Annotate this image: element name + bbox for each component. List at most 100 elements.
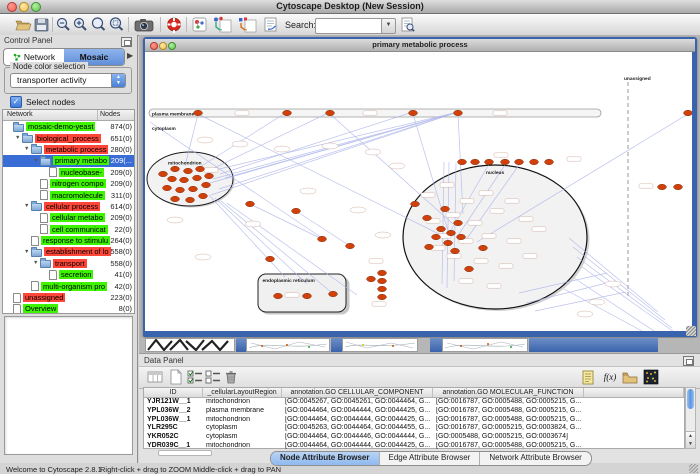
background-window-fragment[interactable] — [342, 338, 418, 352]
tab-overflow-icon[interactable]: ▶ — [127, 51, 133, 60]
zoom-in-icon[interactable] — [72, 16, 90, 33]
table-row[interactable]: YKR052Ccytoplasm[GO:0044464, GO:0044446,… — [144, 433, 684, 442]
zoom-selected-icon[interactable] — [108, 16, 126, 33]
minimize-window-icon[interactable] — [19, 2, 29, 12]
open-icon[interactable] — [14, 16, 32, 33]
combo-stepper-icon: ▲▼ — [111, 74, 125, 87]
tree-row-overview[interactable]: Overview8(0) — [3, 303, 134, 314]
tree-row-multi-organism-pro[interactable]: multi-organism pro42(0) — [3, 280, 134, 291]
zoom-fit-icon[interactable] — [90, 16, 108, 33]
minimize-view-icon[interactable] — [159, 42, 167, 50]
tree-row-response-to-stimulu[interactable]: response to stimulu264(0) — [3, 235, 134, 246]
column-header[interactable]: ID — [144, 388, 203, 397]
search-dropdown-icon[interactable]: ▼ — [381, 18, 396, 34]
tree-row-label: unassigned — [23, 293, 65, 302]
network-window-titlebar[interactable]: primary metabolic process — [145, 39, 695, 52]
tree-row-cellular-process[interactable]: ▼cellular process614(0) — [3, 201, 134, 212]
tree-row-cell-communicat[interactable]: cell communicat22(0) — [3, 224, 134, 235]
search-input[interactable] — [315, 18, 385, 34]
tree-row-transport[interactable]: ▼transport558(0) — [3, 258, 134, 269]
attribute-table-header[interactable]: ID_cellularLayoutRegionannotation.GO CEL… — [144, 388, 684, 398]
import-table-icon[interactable] — [622, 369, 638, 385]
float-panel-icon[interactable] — [121, 37, 132, 47]
disclosure-triangle-icon[interactable]: ▼ — [33, 158, 40, 164]
background-window-titlebar[interactable] — [430, 338, 442, 352]
background-window-fragment[interactable] — [442, 338, 528, 352]
annotation-icon[interactable] — [262, 16, 280, 33]
table-row[interactable]: YJR121W__1mitochondrion[GO:0045267, GO:0… — [144, 398, 684, 407]
scrollbar-arrows[interactable]: ▲▼ — [686, 431, 695, 448]
node-color-select[interactable]: transporter activity ▲▼ — [10, 73, 126, 88]
close-view-icon[interactable] — [150, 42, 158, 50]
save-icon[interactable] — [33, 16, 51, 33]
table-vertical-scrollbar[interactable]: ▲▼ — [685, 387, 696, 449]
import-network-icon[interactable] — [212, 16, 234, 33]
column-header[interactable]: annotation.GO CELLULAR_COMPONENT — [282, 388, 433, 397]
birdseye-view[interactable] — [4, 316, 133, 455]
disclosure-triangle-icon[interactable]: ▼ — [15, 135, 22, 141]
tree-row-count: 264(0) — [110, 236, 132, 245]
mitochondrion-label: mitochondrion — [168, 161, 202, 167]
notes-icon[interactable] — [580, 369, 596, 385]
search-config-icon[interactable] — [399, 16, 417, 33]
background-window-fragment[interactable] — [145, 338, 235, 352]
zoom-window-icon[interactable] — [31, 2, 41, 12]
tree-row-biological-process[interactable]: ▼biological_process651(0) — [3, 132, 134, 143]
column-header[interactable] — [584, 388, 684, 397]
tree-row-macromolecule[interactable]: macromolecule311(0) — [3, 189, 134, 200]
table-row[interactable]: YPL036W__2plasma membrane[GO:0044464, GO… — [144, 407, 684, 416]
attribute-table[interactable]: ID_cellularLayoutRegionannotation.GO CEL… — [143, 387, 685, 449]
tree-row-secretion[interactable]: secretion41(0) — [3, 269, 134, 280]
table-cell: YKR052C — [144, 433, 203, 442]
merge-columns-icon[interactable] — [147, 369, 163, 385]
vizmapper-icon[interactable] — [191, 16, 209, 33]
close-window-icon[interactable] — [7, 2, 17, 12]
formula-icon[interactable]: f(x) — [602, 369, 618, 385]
unselect-attributes-icon[interactable] — [205, 369, 221, 385]
table-row[interactable]: YDR039C__1mitochondrion[GO:0044464, GO:0… — [144, 442, 684, 451]
background-window-titlebar[interactable] — [529, 338, 658, 352]
column-header[interactable]: _cellularLayoutRegion — [203, 388, 282, 397]
window-resize-grip[interactable] — [686, 326, 696, 336]
tree-row-unassigned[interactable]: unassigned223(0) — [3, 292, 134, 303]
main-toolbar: Search: ▼ — [0, 14, 700, 36]
disclosure-triangle-icon[interactable]: ▼ — [24, 249, 31, 255]
network-canvas[interactable]: plasma membrane cytoplasm mitochondrion … — [145, 52, 692, 331]
table-cell: [GO:0044464, GO:0044444, GO:0044425, G..… — [282, 407, 433, 416]
background-window-titlebar[interactable] — [236, 338, 246, 352]
table-horizontal-scrollbar[interactable] — [158, 450, 212, 456]
disclosure-triangle-icon[interactable]: ▼ — [24, 203, 31, 209]
zoom-view-icon[interactable] — [168, 42, 176, 50]
float-panel-icon[interactable] — [683, 356, 694, 366]
delete-attribute-icon[interactable] — [223, 369, 239, 385]
file-icon — [13, 304, 21, 314]
disclosure-triangle-icon[interactable]: ▼ — [33, 260, 40, 266]
tree-row-nitrogen-compo[interactable]: nitrogen compo209(0) — [3, 178, 134, 189]
select-nodes-checkbox[interactable]: ✓ — [10, 96, 22, 108]
tree-row-cellular-metabo[interactable]: cellular metabo209(0) — [3, 212, 134, 223]
import-attributes-icon[interactable] — [237, 16, 259, 33]
tree-row-mosaic-demo-yeast[interactable]: mosaic-demo-yeast874(0) — [3, 121, 134, 132]
matrix-icon[interactable] — [643, 369, 659, 385]
disclosure-triangle-icon[interactable]: ▼ — [24, 146, 31, 152]
scrollbar-thumb[interactable] — [687, 389, 694, 409]
help-icon[interactable] — [165, 16, 183, 33]
tree-row-primary-metabo[interactable]: ▼primary metabo209(... — [3, 155, 134, 166]
table-cell: cytoplasm — [203, 433, 282, 442]
app-resize-grip[interactable] — [689, 464, 698, 473]
network-view-window[interactable]: primary metabolic process — [143, 37, 697, 337]
create-attribute-icon[interactable] — [168, 369, 184, 385]
zoom-out-icon[interactable] — [55, 16, 73, 33]
table-row[interactable]: YLR295Ccytoplasm[GO:0045263, GO:0044464,… — [144, 424, 684, 433]
column-header[interactable]: annotation.GO MOLECULAR_FUNCTION — [433, 388, 584, 397]
table-row[interactable]: YPL036W__1mitochondrion[GO:0044464, GO:0… — [144, 416, 684, 425]
background-window-fragment[interactable] — [246, 338, 330, 352]
tree-row-count: 22(0) — [114, 225, 132, 234]
tree-row-metabolic-process[interactable]: ▼metabolic process280(0) — [3, 144, 134, 155]
background-window-titlebar[interactable] — [331, 338, 342, 352]
tree-row-establishment-of-lo[interactable]: ▼establishment of lo558(0) — [3, 246, 134, 257]
snapshot-icon[interactable] — [133, 16, 155, 33]
tree-row-count: 209(0) — [110, 168, 132, 177]
select-attributes-icon[interactable] — [187, 369, 203, 385]
tree-row-nucleobase-[interactable]: nucleobase-209(0) — [3, 167, 134, 178]
